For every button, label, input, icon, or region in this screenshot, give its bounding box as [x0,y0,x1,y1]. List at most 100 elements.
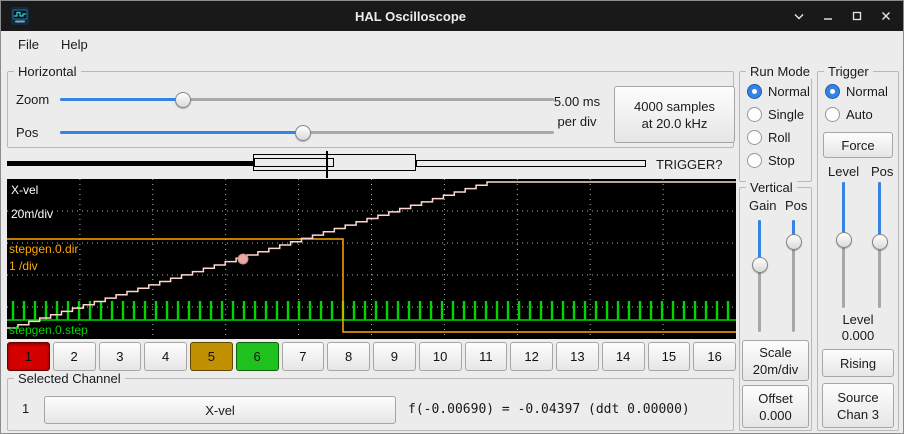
radio-label: Normal [768,84,810,99]
minimize-icon[interactable] [821,9,835,23]
radio-icon [825,84,840,99]
runmode-option-roll[interactable]: Roll [747,130,809,145]
horizontal-panel-label: Horizontal [14,64,81,79]
channel-button-11[interactable]: 11 [465,342,508,371]
radio-label: Normal [846,84,888,99]
channel-button-6[interactable]: 6 [236,342,279,371]
trigger-pos-slider-knob[interactable] [872,234,888,250]
radio-label: Roll [768,130,790,145]
force-button-text: Force [841,138,874,153]
trigger-pos-slider[interactable] [872,182,888,308]
radio-icon [825,107,840,122]
hal-oscilloscope-window: HAL Oscilloscope File Help Horizontal Zo… [0,0,904,434]
trigger-mode-options: Normal Auto [825,84,896,130]
trigger-option-auto[interactable]: Auto [825,107,896,122]
maximize-icon[interactable] [850,9,864,23]
channel-button-16[interactable]: 16 [693,342,736,371]
runmode-option-stop[interactable]: Stop [747,153,809,168]
channel-button-8[interactable]: 8 [327,342,370,371]
vertical-pos-slider[interactable] [786,220,802,332]
trigger-panel-label: Trigger [824,64,873,79]
runmode-option-single[interactable]: Single [747,107,809,122]
trigger-pos-slider-label: Pos [871,164,893,179]
gain-slider-knob[interactable] [752,257,768,273]
trigger-level-slider-label: Level [828,164,859,179]
pos-slider-knob[interactable] [295,125,311,141]
radio-icon [747,130,762,145]
trigger-level-value: 0.000 [818,328,898,343]
zoom-slider-knob[interactable] [175,92,191,108]
runmode-option-normal[interactable]: Normal [747,84,809,99]
channel-button-10[interactable]: 10 [419,342,462,371]
edge-button[interactable]: Rising [822,349,894,377]
channel-button-3[interactable]: 3 [99,342,142,371]
scale-caption: Scale [759,344,792,361]
scope-channel-label: 20m/div [11,207,53,221]
channel-button-15[interactable]: 15 [648,342,691,371]
source-value: Chan 3 [837,406,879,423]
vertical-panel-label: Vertical [746,180,797,195]
offset-value: 0.000 [759,407,792,424]
scale-button[interactable]: Scale 20m/div [742,340,809,381]
channel-button-5[interactable]: 5 [190,342,233,371]
trigger-level-slider-knob[interactable] [836,232,852,248]
window-title: HAL Oscilloscope [29,9,792,24]
selected-channel-number: 1 [22,401,29,416]
menu-file[interactable]: File [7,33,50,56]
selected-channel-panel: Selected Channel 1 X-vel f(-0.00690) = -… [7,378,734,431]
vertical-panel: Vertical Gain Pos Scale 20m/div Offset 0… [739,187,812,431]
trigger-panel: Trigger NormalAuto Force Level Pos Level… [817,71,899,431]
record-samples-text: 4000 samples [634,98,715,115]
gain-slider[interactable] [752,220,768,332]
vertical-pos-slider-knob[interactable] [786,234,802,250]
channel-name-text: X-vel [205,403,235,418]
run-mode-panel: Run Mode NormalSingleRollStop [739,71,812,182]
channel-button-7[interactable]: 7 [282,342,325,371]
trigger-level-slider[interactable] [836,182,852,308]
record-rate-text: at 20.0 kHz [642,115,708,132]
record-settings-button[interactable]: 4000 samples at 20.0 kHz [614,86,735,143]
scope-channel-label: stepgen.0.dir [9,242,78,256]
time-per-div-unit: per div [542,112,612,132]
offset-button[interactable]: Offset 0.000 [742,385,809,428]
channel-button-4[interactable]: 4 [144,342,187,371]
shade-icon[interactable] [792,9,806,23]
zoom-slider-fill [60,98,183,101]
trigger-option-normal[interactable]: Normal [825,84,896,99]
horizontal-pos-label: Pos [16,125,38,140]
channel-button-12[interactable]: 12 [510,342,553,371]
scope-channel-label: X-vel [11,183,38,197]
pos-slider-fill [60,131,303,134]
radio-icon [747,107,762,122]
trigger-position-cursor[interactable] [326,151,328,178]
zoom-window-inner-box [254,158,334,167]
scope-channel-label: stepgen.0.step [9,323,88,337]
source-caption: Source [837,389,878,406]
channel-button-1[interactable]: 1 [7,342,50,371]
trigger-level-caption: Level [818,312,898,327]
trigger-point-marker [238,254,248,264]
vertical-pos-label: Pos [785,198,807,213]
zoom-slider[interactable] [60,92,554,108]
channel-button-2[interactable]: 2 [53,342,96,371]
source-button[interactable]: Source Chan 3 [822,383,894,428]
run-mode-panel-label: Run Mode [746,64,814,79]
horizontal-pos-slider[interactable] [60,125,554,141]
record-position-bar [7,161,253,166]
channel-button-13[interactable]: 13 [556,342,599,371]
close-icon[interactable] [879,9,893,23]
edge-button-text: Rising [840,356,876,371]
offset-caption: Offset [758,390,792,407]
dir-trace [7,239,736,332]
window-controls [792,9,893,23]
channel-name-button[interactable]: X-vel [44,396,396,424]
record-position-tail [416,160,646,167]
force-button[interactable]: Force [823,132,893,158]
selected-channel-panel-label: Selected Channel [14,371,125,386]
channel-button-14[interactable]: 14 [602,342,645,371]
radio-label: Single [768,107,804,122]
channel-row: 12345678910111213141516 [7,342,736,371]
menu-help[interactable]: Help [50,33,99,56]
channel-button-9[interactable]: 9 [373,342,416,371]
run-mode-options: Normal Single Roll Stop [747,84,809,176]
